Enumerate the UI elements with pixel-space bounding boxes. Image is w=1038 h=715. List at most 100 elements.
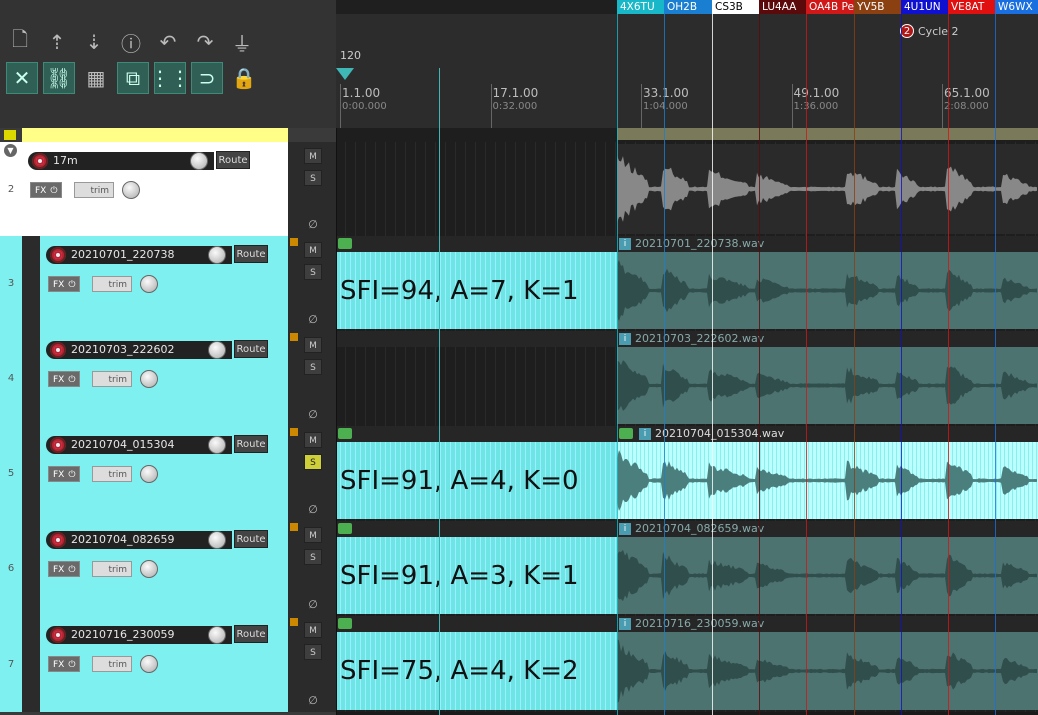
grid-toggle[interactable]: ▦	[80, 62, 112, 94]
cycle-marker[interactable]: 2 Cycle 2	[900, 23, 959, 39]
mute-button[interactable]: M	[304, 432, 322, 448]
track-lane[interactable]: i 20210716_230059.wav SFI=75, A=4, K=2	[336, 616, 1038, 712]
region-label[interactable]: YV5B	[854, 0, 901, 14]
route-button[interactable]: Route	[234, 625, 268, 643]
download-button[interactable]: ⇣	[80, 28, 108, 56]
solo-button[interactable]: S	[304, 549, 322, 565]
snap-toggle[interactable]: ⊃	[191, 62, 223, 94]
region-label[interactable]: OA4B Pe	[806, 0, 854, 14]
empty-item[interactable]: SFI=91, A=4, K=0	[336, 442, 617, 519]
track-header[interactable]: 7 20210716_230059 Route FX ⏻ trim M S ∅	[0, 616, 336, 713]
volume-knob[interactable]	[208, 626, 226, 644]
track-header[interactable]: 2 ▼ 17m Route FX ⏻ trim M S ∅	[0, 142, 336, 237]
track-name-field[interactable]: 20210704_015304	[46, 436, 232, 454]
track-name-field[interactable]: 20210703_222602	[46, 341, 232, 359]
audio-item[interactable]	[617, 537, 1038, 614]
region-label[interactable]: LU4AA	[759, 0, 806, 14]
audio-item[interactable]	[617, 632, 1038, 710]
trim-button[interactable]: trim	[92, 371, 132, 387]
phase-invert-button[interactable]: ∅	[306, 598, 320, 612]
empty-item[interactable]: SFI=75, A=4, K=2	[336, 632, 617, 710]
ripple-toggle[interactable]: ⋮⋮	[150, 62, 190, 94]
mute-button[interactable]: M	[304, 148, 322, 164]
empty-item[interactable]: SFI=91, A=3, K=1	[336, 537, 617, 614]
marker-lane[interactable]: 2 Cycle 2	[336, 14, 1038, 44]
record-arm-button[interactable]	[32, 153, 48, 169]
mute-button[interactable]: M	[304, 337, 322, 353]
volume-knob[interactable]	[208, 531, 226, 549]
track-lane[interactable]: i 20210703_222602.wav	[336, 331, 1038, 426]
fx-button[interactable]: FX ⏻	[30, 182, 62, 198]
crossfade-toggle[interactable]: ✕	[6, 62, 38, 94]
mute-button[interactable]: M	[304, 622, 322, 638]
record-arm-button[interactable]	[50, 247, 66, 263]
link-toggle[interactable]: ⛓	[43, 62, 75, 94]
trim-button[interactable]: trim	[74, 182, 114, 198]
track-header[interactable]: 4 20210703_222602 Route FX ⏻ trim M S ∅	[0, 331, 336, 427]
undo-button[interactable]: ↶	[154, 28, 182, 56]
pan-knob[interactable]	[140, 465, 158, 483]
track-name-field[interactable]: 20210701_220738	[46, 246, 232, 264]
phase-invert-button[interactable]: ∅	[306, 218, 320, 232]
route-button[interactable]: Route	[234, 340, 268, 358]
pan-knob[interactable]	[140, 560, 158, 578]
upload-button[interactable]: ⇡	[43, 28, 71, 56]
solo-button[interactable]: S	[304, 644, 322, 660]
playhead-marker[interactable]	[336, 68, 354, 80]
item-info-icon[interactable]: i	[619, 333, 631, 345]
item-info-icon[interactable]: i	[619, 523, 631, 535]
tempo-lane[interactable]: 120	[336, 44, 1038, 68]
fx-button[interactable]: FX ⏻	[48, 656, 80, 672]
record-arm-button[interactable]	[50, 342, 66, 358]
track-lane[interactable]: i 20210704_082659.wav SFI=91, A=3, K=1	[336, 521, 1038, 616]
track-header[interactable]: 6 20210704_082659 Route FX ⏻ trim M S ∅	[0, 521, 336, 617]
pan-knob[interactable]	[122, 181, 140, 199]
track-header[interactable]: 5 20210704_015304 Route FX ⏻ trim M S ∅	[0, 426, 336, 522]
record-arm-button[interactable]	[50, 627, 66, 643]
track-header[interactable]: 3 20210701_220738 Route FX ⏻ trim M S ∅	[0, 236, 336, 332]
track-lane[interactable]: i 20210701_220738.wav SFI=94, A=7, K=1	[336, 236, 1038, 331]
audio-item[interactable]	[617, 442, 1038, 519]
region-label[interactable]: W6WX	[995, 0, 1038, 14]
region-label[interactable]: CS3B	[712, 0, 759, 14]
trim-button[interactable]: trim	[92, 656, 132, 672]
arrange-view[interactable]: i 20210701_220738.wav SFI=94, A=7, K=1 i 202…	[336, 128, 1038, 715]
record-arm-button[interactable]	[50, 532, 66, 548]
track-name-field[interactable]: 20210716_230059	[46, 626, 232, 644]
mute-button[interactable]: M	[304, 242, 322, 258]
trim-button[interactable]: trim	[92, 276, 132, 292]
region-label[interactable]: 4U1UN	[901, 0, 948, 14]
fx-button[interactable]: FX ⏻	[48, 276, 80, 292]
volume-knob[interactable]	[208, 246, 226, 264]
track-name-field[interactable]: 17m	[28, 152, 214, 170]
folder-collapse-icon[interactable]: ▼	[4, 144, 17, 157]
track-lane[interactable]: i 20210704_015304.wav SFI=91, A=4, K=0	[336, 426, 1038, 521]
volume-knob[interactable]	[208, 436, 226, 454]
volume-knob[interactable]	[190, 152, 208, 170]
trim-button[interactable]: trim	[92, 466, 132, 482]
group-link-toggle[interactable]: ⧉	[117, 62, 149, 94]
item-info-icon[interactable]: i	[639, 428, 651, 440]
solo-button[interactable]: S	[304, 359, 322, 375]
item-info-icon[interactable]: i	[619, 618, 631, 630]
redo-button[interactable]: ↷	[191, 28, 219, 56]
lock-toggle[interactable]: 🔒	[228, 62, 260, 94]
solo-button[interactable]: S	[304, 264, 322, 280]
item-info-icon[interactable]: i	[619, 238, 631, 250]
route-button[interactable]: Route	[216, 151, 250, 169]
region-label[interactable]: OH2B	[664, 0, 712, 14]
solo-button[interactable]: S	[304, 454, 322, 470]
phase-invert-button[interactable]: ∅	[306, 408, 320, 422]
pan-knob[interactable]	[140, 370, 158, 388]
mute-button[interactable]: M	[304, 527, 322, 543]
solo-button[interactable]: S	[304, 170, 322, 186]
fx-button[interactable]: FX ⏻	[48, 561, 80, 577]
region-label[interactable]: 4X6TU	[617, 0, 664, 14]
pan-knob[interactable]	[140, 275, 158, 293]
empty-item[interactable]: SFI=94, A=7, K=1	[336, 252, 617, 329]
region-label[interactable]: VE8AT	[948, 0, 995, 14]
volume-knob[interactable]	[208, 341, 226, 359]
folder-audio-item[interactable]	[617, 144, 1038, 234]
route-button[interactable]: Route	[234, 245, 268, 263]
route-button[interactable]: Route	[234, 435, 268, 453]
